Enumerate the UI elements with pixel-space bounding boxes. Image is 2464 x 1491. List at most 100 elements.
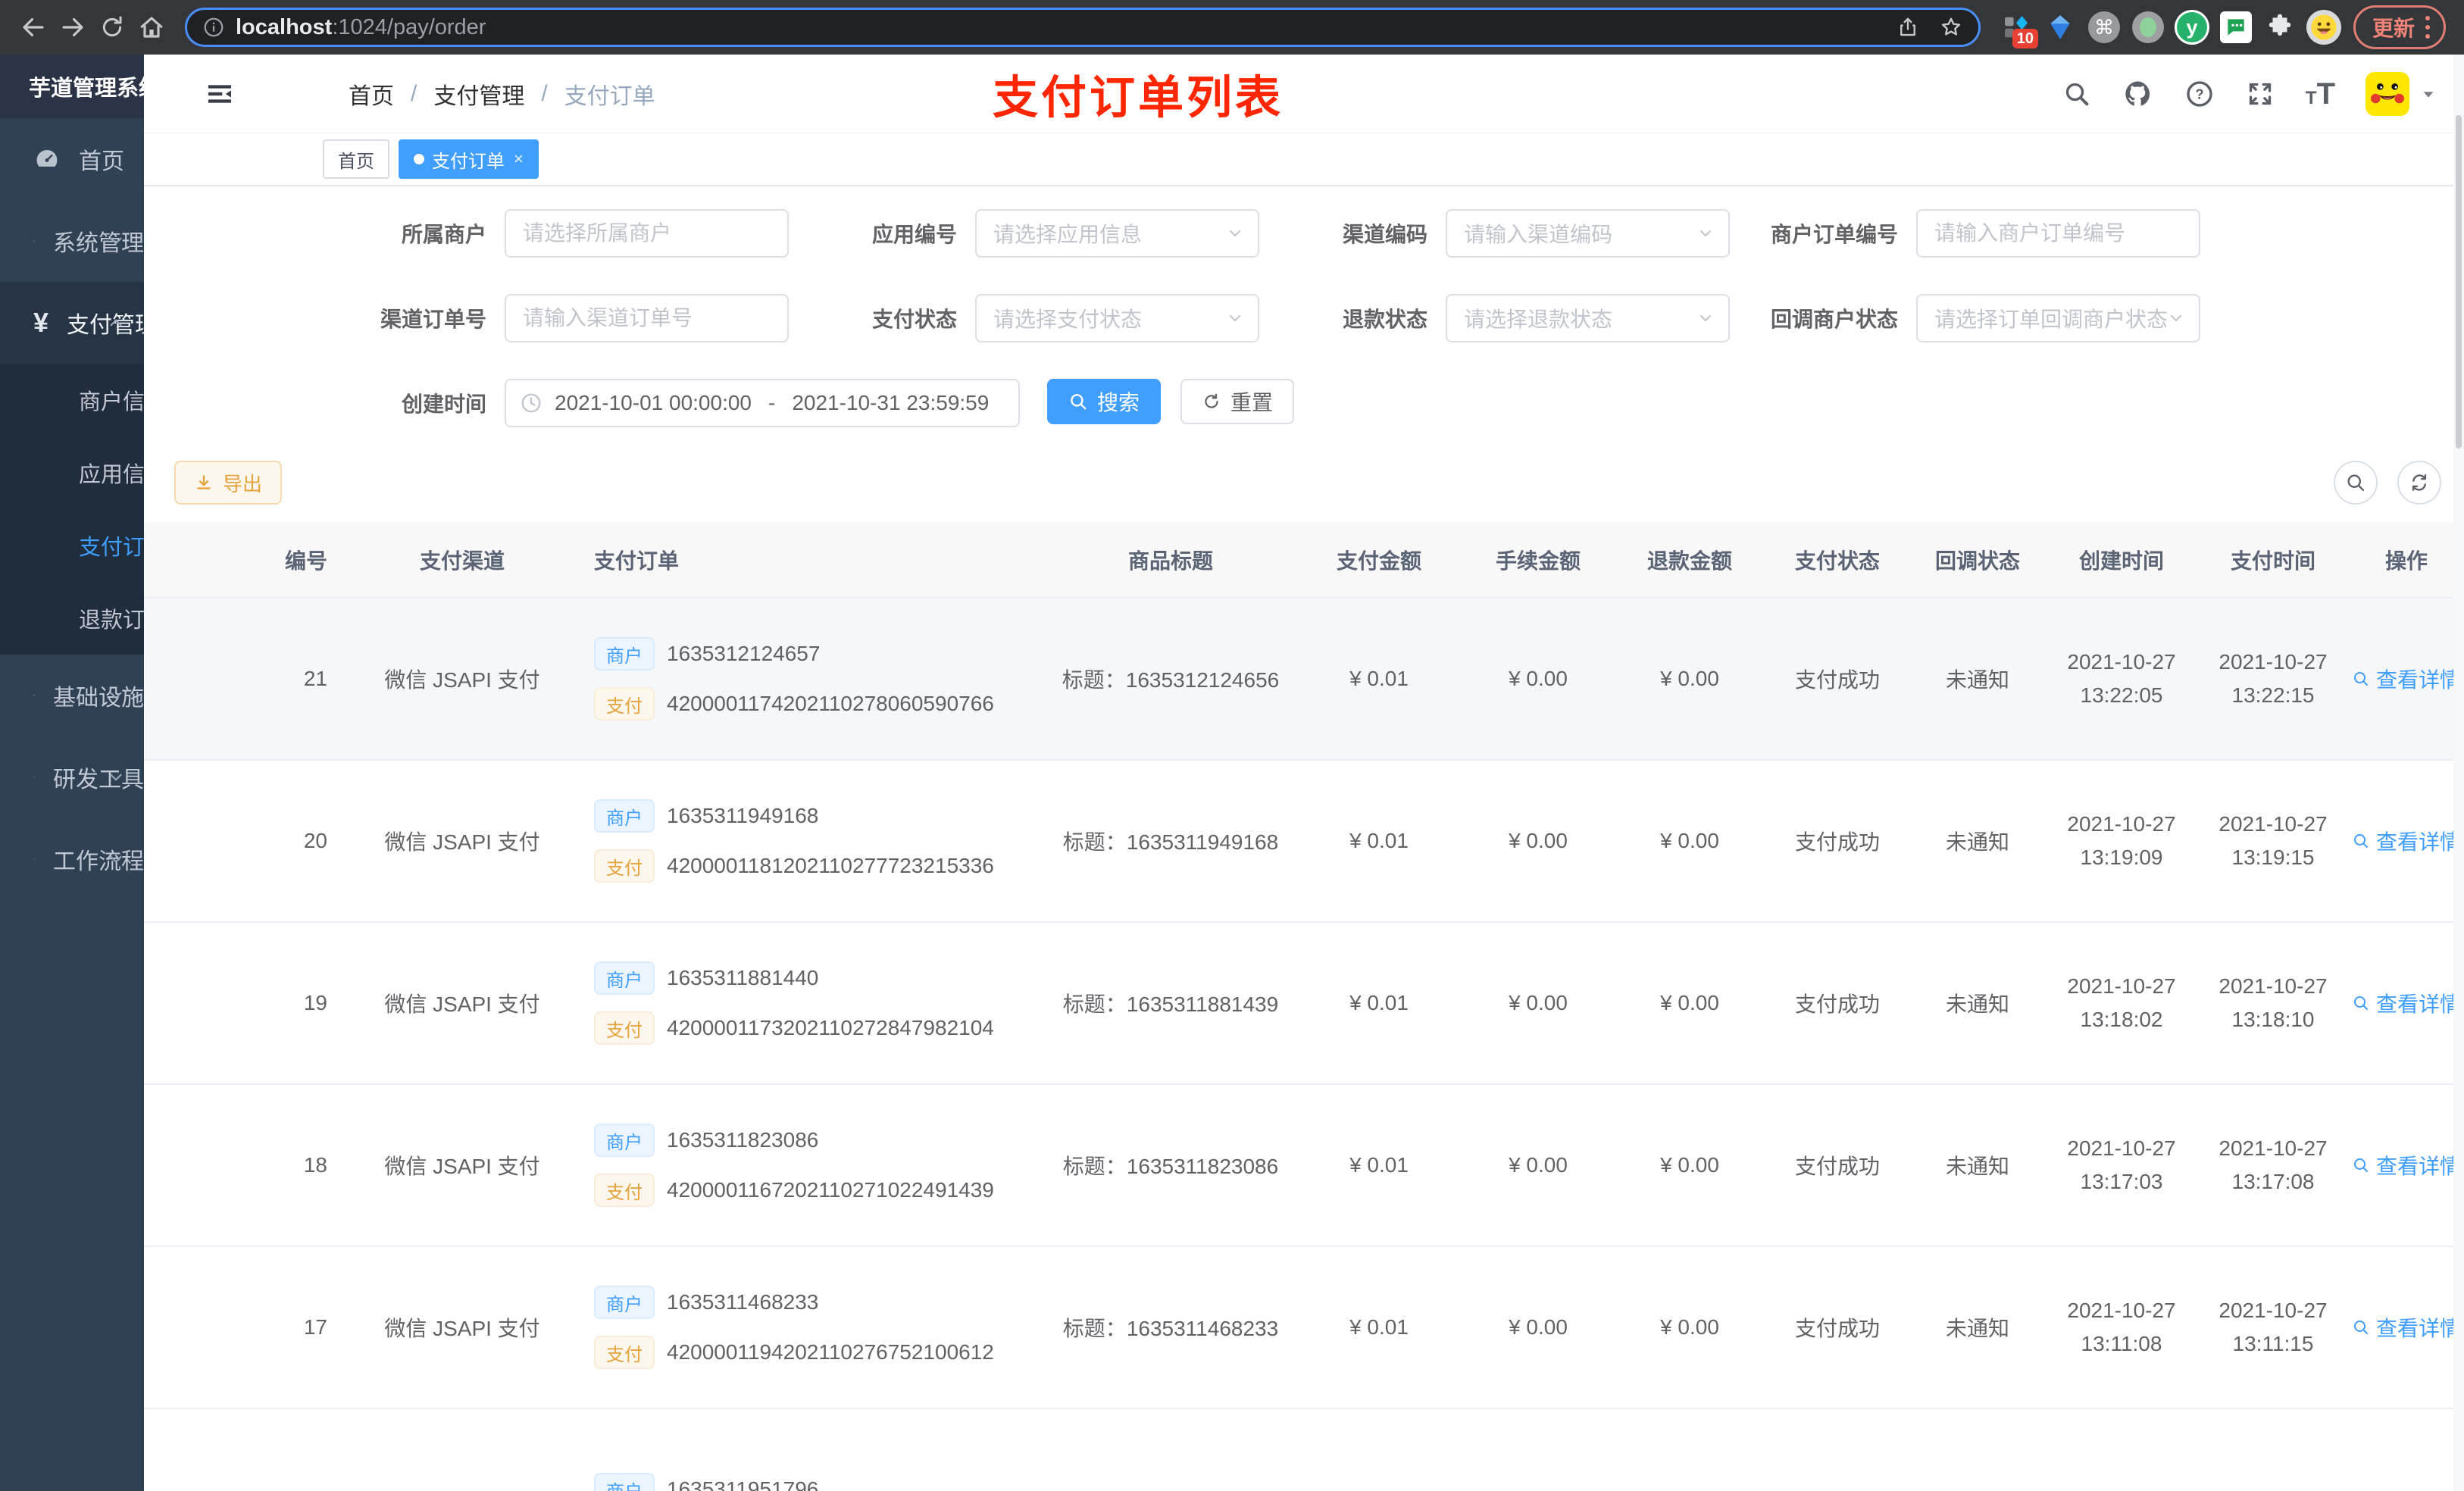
help-icon[interactable]: ? — [2184, 79, 2215, 109]
sidebar-item-infra[interactable]: 基础设施 — [0, 655, 144, 736]
bookmark-star-icon[interactable] — [1939, 15, 1963, 39]
extension-command-icon[interactable]: ⌘ — [2087, 8, 2122, 47]
extension-chat-icon[interactable] — [2219, 8, 2253, 47]
view-detail-link[interactable]: 查看详情 — [2349, 1150, 2464, 1180]
cell-action: 查看详情 — [2349, 1312, 2464, 1343]
browser-profile-avatar[interactable] — [2306, 8, 2341, 47]
sidebar-item-pay-order[interactable]: ¥ 支付订单 — [0, 509, 144, 582]
page-scrollbar[interactable] — [2453, 55, 2464, 1491]
extensions-puzzle-icon[interactable] — [2262, 8, 2297, 47]
font-size-icon[interactable]: TT — [2306, 79, 2335, 109]
refresh-table-button[interactable] — [2397, 461, 2441, 505]
browser-back-button[interactable] — [14, 8, 53, 47]
chevron-down-icon — [1230, 230, 1240, 236]
extension-recorder-icon[interactable] — [2131, 8, 2165, 47]
refund-status-select[interactable]: 请选择退款状态 — [1446, 294, 1730, 342]
browser-forward-button[interactable] — [53, 8, 92, 47]
github-icon[interactable] — [2122, 78, 2154, 110]
sidebar-item-refund-order[interactable]: 退款订单 — [0, 582, 144, 655]
channel-code-select[interactable]: 请输入渠道编码 — [1446, 209, 1730, 258]
merchant-tag: 商户 — [594, 1473, 655, 1491]
cell-create-time: 2021-10-27 13:18:02 — [2067, 974, 2176, 1031]
cell-pay-time: 2021-10-27 13:11:15 — [2219, 1299, 2328, 1355]
extension-kite-icon[interactable] — [2043, 8, 2078, 47]
sidebar-item-app-info[interactable]: 应用信息 — [0, 436, 144, 509]
logo: 芋道管理系统 — [0, 55, 144, 118]
active-dot — [414, 154, 424, 164]
col-header-notify: 回调状态 — [1934, 549, 2020, 573]
col-header-create-time: 创建时间 — [2078, 549, 2164, 573]
notify-status-select[interactable]: 请选择订单回调商户状态 — [1916, 294, 2200, 342]
view-detail-link[interactable]: 查看详情 — [2349, 1312, 2464, 1343]
url-bar[interactable]: localhost:1024/pay/order — [185, 8, 1981, 47]
sidebar-item-label: 应用信息 — [79, 463, 144, 487]
sidebar-item-dev-tools[interactable]: 研发工具 — [0, 736, 144, 818]
merchant-input-field[interactable] — [523, 221, 771, 245]
cell-channel: 微信 JSAPI 支付 — [384, 1317, 540, 1340]
cell-title: 标题：1635311949168 — [1062, 830, 1279, 854]
date-end[interactable]: 2021-10-31 23:59:59 — [792, 391, 989, 415]
tag-close-icon[interactable]: × — [514, 151, 524, 167]
search-icon[interactable] — [2062, 79, 2092, 109]
tag-pay-order[interactable]: 支付订单 × — [399, 139, 539, 179]
scrollbar-thumb[interactable] — [2456, 115, 2462, 449]
export-button[interactable]: 导出 — [174, 461, 283, 505]
merchant-input[interactable] — [505, 209, 789, 258]
view-detail-link[interactable]: 查看详情 — [2349, 988, 2464, 1018]
toggle-search-button[interactable] — [2334, 461, 2378, 505]
site-info-icon[interactable] — [202, 16, 225, 39]
app-no-select[interactable]: 请选择应用信息 — [975, 209, 1259, 258]
breadcrumb: 首页 / 支付管理 / 支付订单 — [349, 77, 655, 111]
merchant-order-no: 1635311949168 — [667, 804, 819, 827]
user-avatar[interactable] — [2366, 71, 2409, 116]
merchant-order-no-input[interactable] — [1916, 209, 2200, 258]
app-title: 芋道管理系统 — [29, 77, 144, 101]
chevron-down-icon — [110, 855, 122, 863]
select-placeholder: 请输入渠道编码 — [1464, 223, 1613, 246]
cell-order: 商户 1635311949168 支付 4200001181202110277723… — [576, 799, 1046, 883]
sidebar-item-workflow[interactable]: 工作流程 — [0, 818, 144, 900]
user-menu[interactable] — [2366, 71, 2437, 116]
cell-notify: 未通知 — [1945, 1317, 2009, 1340]
sidebar-item-label: 基础设施 — [53, 686, 144, 711]
extension-y-icon[interactable]: y — [2174, 8, 2209, 47]
channel-order-no-field[interactable] — [523, 306, 771, 330]
pay-tag: 支付 — [594, 849, 655, 883]
table-row: 17 微信 JSAPI 支付 商户 1635311468233 支付 4200001… — [144, 1247, 2464, 1409]
view-detail-link[interactable]: 查看详情 — [2349, 664, 2464, 694]
search-button[interactable]: 搜索 — [1047, 379, 1162, 424]
page-content: 所属商户 应用编号 请选择应用信息 — [144, 186, 2464, 1491]
table-row: 21 微信 JSAPI 支付 商户 1635312124657 支付 4200001… — [144, 599, 2464, 761]
browser-home-button[interactable] — [132, 8, 171, 47]
sidebar-item-pay[interactable]: ¥ 支付管理 — [0, 282, 144, 364]
browser-menu-icon[interactable] — [2425, 16, 2430, 39]
sidebar-collapse-icon[interactable] — [205, 79, 235, 109]
date-start[interactable]: 2021-10-01 00:00:00 — [555, 391, 752, 415]
sidebar-item-system[interactable]: 系统管理 — [0, 200, 144, 282]
extension-tab-manager-icon[interactable]: 10 — [1999, 8, 2038, 48]
breadcrumb-pay-management[interactable]: 支付管理 — [433, 77, 524, 111]
channel-order-no-input[interactable] — [505, 294, 789, 342]
cell-id: 20 — [303, 829, 327, 852]
reset-button[interactable]: 重置 — [1180, 379, 1295, 424]
breadcrumb-home[interactable]: 首页 — [349, 77, 394, 111]
merchant-order-no-field[interactable] — [1934, 221, 2182, 245]
sidebar-item-merchant-info[interactable]: 商户信息 — [0, 364, 144, 436]
merchant-tag: 商户 — [594, 961, 655, 995]
merchant-tag: 商户 — [594, 637, 655, 670]
view-detail-link[interactable]: 查看详情 — [2349, 826, 2464, 856]
fullscreen-icon[interactable] — [2245, 79, 2275, 109]
tag-home[interactable]: 首页 — [323, 139, 389, 179]
chevron-down-icon — [2171, 315, 2181, 321]
create-time-range-picker[interactable]: 2021-10-01 00:00:00 - 2021-10-31 23:59:5… — [505, 379, 1020, 427]
browser-update-button[interactable]: 更新 — [2353, 5, 2446, 49]
sidebar-item-home[interactable]: 首页 — [0, 118, 144, 200]
share-icon[interactable] — [1896, 16, 1919, 39]
sidebar-item-label: 支付订单 — [79, 536, 144, 560]
cell-fee: ¥ 0.00 — [1509, 667, 1568, 690]
merchant-order-no: 1635311881440 — [667, 966, 819, 989]
cell-pay-time: 2021-10-27 13:17:08 — [2219, 1136, 2328, 1193]
browser-reload-button[interactable] — [92, 8, 132, 47]
chevron-down-icon — [1230, 315, 1240, 321]
pay-status-select[interactable]: 请选择支付状态 — [975, 294, 1259, 342]
